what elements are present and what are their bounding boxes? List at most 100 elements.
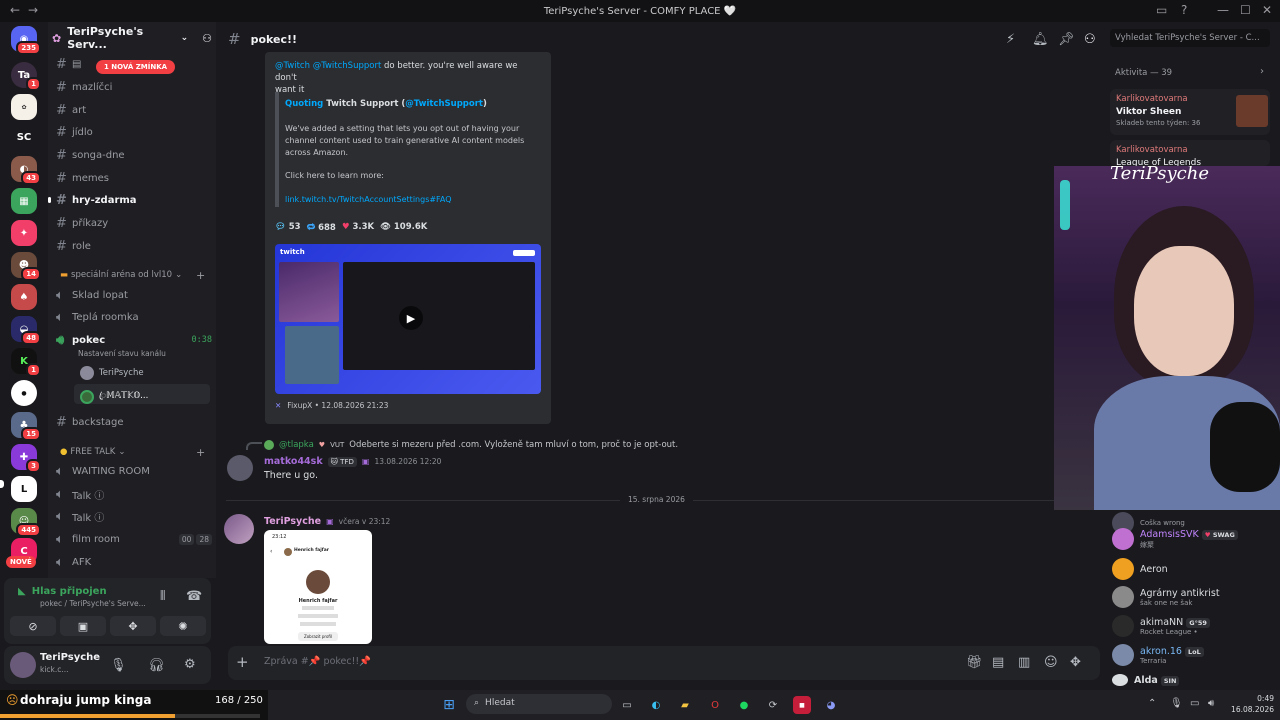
add-channel-icon[interactable]: +	[196, 269, 205, 282]
app-icon[interactable]: ⟳	[764, 696, 782, 714]
opera-icon[interactable]: O	[706, 696, 724, 714]
voice-channel[interactable]: 🔈︎ Talk ⓘ	[56, 484, 212, 504]
task-view-icon[interactable]: ▭	[618, 696, 636, 714]
microphone-icon[interactable]: 🎙︎	[110, 658, 127, 673]
close-button[interactable]: ✕	[1262, 3, 1272, 17]
help-icon[interactable]: ?	[1181, 3, 1187, 17]
member-item[interactable]: Alda SIN	[1112, 674, 1180, 686]
volume-icon[interactable]: 🔊︎	[1208, 698, 1214, 709]
pin-icon[interactable]: 📌︎	[1058, 32, 1075, 47]
voice-channel[interactable]: 🔈︎ Sklad lopat	[56, 285, 212, 305]
channel-item[interactable]: # backstage	[56, 412, 212, 432]
channel-item[interactable]: # art	[56, 100, 212, 120]
member-item[interactable]: akron.16 LoL Terraria	[1112, 644, 1204, 666]
message-author[interactable]: matko44sk	[264, 456, 323, 467]
inbox-icon[interactable]: ▭	[1156, 3, 1167, 17]
channel-item[interactable]: # songa-dne	[56, 145, 212, 165]
voice-channel[interactable]: 🔈︎ AFK	[56, 552, 212, 572]
channel-item[interactable]: # role	[56, 236, 212, 256]
emoji-icon[interactable]: ☺	[1044, 655, 1058, 670]
camera-off-button[interactable]: ⊘	[10, 616, 56, 636]
voice-channel-active[interactable]: 🔊︎ pokec 0:38	[56, 330, 212, 350]
maximize-button[interactable]: ☐	[1240, 3, 1251, 17]
minimize-button[interactable]: —	[1217, 3, 1229, 17]
server-icon[interactable]: ♠	[11, 284, 37, 310]
member-item[interactable]: Agrárny antikrist šak one ne šak	[1112, 586, 1220, 608]
voice-user[interactable]: ꦿ𝕄𝔸𝕋𝕂𝕆...	[80, 388, 148, 406]
play-icon[interactable]: ▶	[399, 306, 423, 330]
start-icon[interactable]: ⊞	[440, 696, 458, 714]
server-icon[interactable]: ◐ 43	[11, 156, 41, 185]
member-item[interactable]: AdamsisSVK ♥ SWAG 嫁聚	[1112, 528, 1238, 550]
chevron-right-icon[interactable]: ›	[1260, 66, 1264, 77]
members-icon[interactable]: ⚇	[1084, 32, 1096, 47]
channel-item[interactable]: # příkazy	[56, 213, 212, 233]
server-icon[interactable]: ◒ 48	[11, 316, 41, 345]
spotify-icon[interactable]: ●	[735, 696, 753, 714]
activity-card[interactable]: Karlikovatovarna League of Legends	[1110, 140, 1270, 168]
edge-icon[interactable]: ◐	[647, 696, 665, 714]
voice-channel[interactable]: 🔈︎ WAITING ROOM	[56, 461, 212, 481]
headphones-icon[interactable]: 🎧︎	[148, 658, 165, 673]
reply-reference[interactable]: @tlapka ♥ VUT Odeberte si mezeru před .co…	[264, 440, 678, 450]
category-header[interactable]: ▬ speciální aréna od lvl10 ⌄	[60, 270, 182, 280]
channel-item[interactable]: # memes	[56, 168, 212, 188]
server-header[interactable]: ✿ TeriPsyche's Serv... ⌄ ⚇	[52, 25, 212, 51]
server-icon[interactable]: Ta 1	[11, 62, 41, 91]
noise-suppression-icon[interactable]: ⫴	[160, 589, 165, 604]
voice-channel[interactable]: 🔈︎ Talk ⓘ	[56, 506, 212, 526]
discord-icon[interactable]: ◕	[822, 696, 840, 714]
member-item[interactable]: Aeron	[1112, 558, 1168, 580]
server-icon[interactable]: ●	[11, 380, 37, 406]
voice-user[interactable]: TeriPsyche	[80, 366, 144, 380]
bell-icon[interactable]: 🔔︎	[1032, 32, 1049, 47]
server-icon[interactable]: ✿	[11, 94, 37, 120]
quote-handle[interactable]: @TwitchSupport	[405, 99, 483, 109]
add-channel-icon[interactable]: +	[196, 446, 205, 459]
tray-chevron-icon[interactable]: ⌃	[1148, 698, 1156, 709]
message-input[interactable]: Zpráva #📌 pokec!!📌	[264, 656, 371, 667]
image-attachment[interactable]: 23:12 ‹ Henrich fajfar Henrich fajfar Zo…	[264, 530, 372, 644]
app-icon[interactable]: ■	[793, 696, 811, 714]
channel-item[interactable]: # hry-zdarma	[56, 190, 212, 210]
embed-link[interactable]: link.twitch.tv/TwitchAccountSettings#FAQ	[285, 195, 452, 204]
activity-card[interactable]: Karlikovatovarna Viktor Sheen Skladeb te…	[1110, 89, 1270, 135]
server-icon[interactable]: L	[11, 476, 37, 502]
new-servers-badge[interactable]: NOVÉ	[6, 556, 36, 568]
server-icon[interactable]: ✦	[11, 220, 37, 246]
server-icon[interactable]: K1	[11, 348, 41, 377]
activities-button[interactable]: ✥	[110, 616, 156, 636]
mention-link[interactable]: @Twitch @TwitchSupport	[275, 61, 381, 71]
server-icon[interactable]: ✚ 3	[11, 444, 41, 473]
sticker-icon[interactable]: ▥	[1018, 655, 1030, 670]
server-icon[interactable]: ☻ 14	[11, 252, 41, 281]
microphone-icon[interactable]: 🎙︎	[1170, 698, 1183, 709]
member-item[interactable]: akimaNN G°59 Rocket League •	[1112, 615, 1210, 637]
voice-channel[interactable]: 🔈︎ Teplá roomka	[56, 307, 212, 327]
search-input[interactable]: Vyhledat TeriPsyche's Server - C...	[1110, 29, 1270, 47]
search-bar[interactable]: ⌕ Hledat	[466, 694, 612, 714]
category-header[interactable]: ● FREE TALK ⌄	[60, 447, 125, 457]
quoting-link[interactable]: Quoting	[285, 99, 323, 109]
direct-messages-icon[interactable]: ◉ 235	[11, 26, 41, 55]
server-icon[interactable]: ☺ 445	[11, 508, 41, 537]
server-icon[interactable]: ♣ 15	[11, 412, 41, 441]
mention-banner[interactable]: 1 NOVÁ ZMÍNKA	[96, 60, 176, 74]
screen-share-button[interactable]: ▣	[60, 616, 106, 636]
add-member-icon[interactable]: ⚇	[202, 32, 212, 45]
avatar[interactable]	[227, 455, 253, 481]
folder-icon[interactable]: ▰	[676, 696, 694, 714]
gif-icon[interactable]: ▤	[992, 655, 1004, 670]
server-icon[interactable]: SC	[11, 124, 37, 150]
clock[interactable]: 0:49 16.08.2026	[1224, 693, 1274, 715]
message-author[interactable]: TeriPsyche	[264, 516, 321, 527]
avatar[interactable]	[10, 652, 36, 678]
threads-icon[interactable]: ⚡︎	[1006, 32, 1015, 47]
disconnect-icon[interactable]: ☎	[186, 589, 202, 604]
channel-item[interactable]: # mazlíčci	[56, 77, 212, 97]
channel-status[interactable]: Nastavení stavu kanálu	[78, 349, 166, 358]
video-thumbnail[interactable]: twitch ▶	[275, 244, 541, 394]
server-icon[interactable]: ▦	[11, 188, 37, 214]
settings-gear-icon[interactable]: ⚙	[184, 657, 196, 672]
apps-icon[interactable]: ✥	[1070, 655, 1081, 670]
